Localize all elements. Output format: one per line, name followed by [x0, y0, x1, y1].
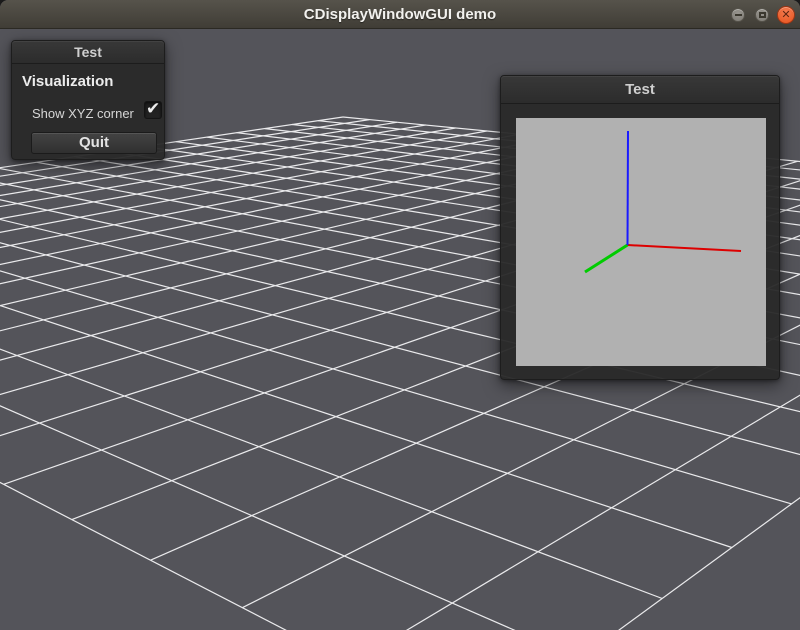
- test-subwindow: Test: [500, 75, 780, 380]
- z-axis: [628, 131, 629, 245]
- close-icon: ✕: [781, 10, 790, 21]
- 3d-viewport[interactable]: Test Visualization Show XYZ corner ✔ Qui…: [0, 29, 800, 630]
- xyz-axes: [516, 118, 766, 366]
- checkbox-label-show-xyz-corner[interactable]: Show XYZ corner: [32, 106, 134, 121]
- xyz-corner-view[interactable]: [516, 118, 766, 366]
- x-axis: [628, 245, 742, 251]
- maximize-icon: [759, 12, 766, 18]
- close-button[interactable]: ✕: [777, 6, 795, 24]
- window-title: CDisplayWindowGUI demo: [0, 0, 800, 29]
- maximize-button[interactable]: [755, 8, 769, 22]
- app-window: CDisplayWindowGUI demo ✕ Test Visualizat…: [0, 0, 800, 630]
- test-subwindow-titlebar[interactable]: Test: [501, 76, 779, 104]
- quit-button[interactable]: Quit: [31, 132, 157, 154]
- control-panel: Test Visualization Show XYZ corner ✔ Qui…: [11, 40, 165, 160]
- minimize-button[interactable]: [731, 8, 745, 22]
- section-label-visualization: Visualization: [22, 73, 113, 90]
- check-icon: ✔: [146, 99, 160, 119]
- titlebar[interactable]: CDisplayWindowGUI demo ✕: [0, 0, 800, 29]
- minimize-icon: [735, 14, 742, 16]
- y-axis: [585, 245, 628, 272]
- show-xyz-corner-checkbox[interactable]: ✔: [144, 101, 162, 119]
- control-panel-titlebar[interactable]: Test: [12, 41, 164, 64]
